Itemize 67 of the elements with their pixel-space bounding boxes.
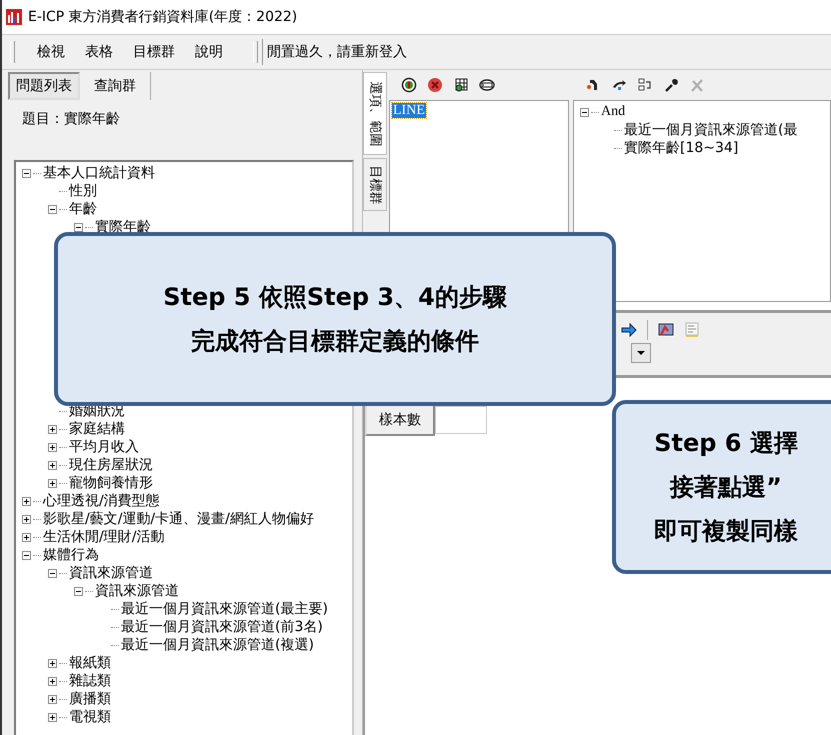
- status-message: 閒置過久，請重新登入: [262, 39, 627, 65]
- document-icon[interactable]: [684, 322, 700, 338]
- tree-item[interactable]: 資訊來源管道: [95, 582, 179, 600]
- tree-item[interactable]: 平均月收入: [69, 438, 139, 456]
- tree-item[interactable]: 實際年齡[18~34]: [624, 139, 738, 157]
- collapse-icon[interactable]: [74, 586, 83, 596]
- tree-item[interactable]: 最近一個月資訊來源管道(複選): [121, 636, 314, 654]
- tree-item[interactable]: 家庭結構: [69, 420, 125, 438]
- tree-item[interactable]: 年齡: [69, 200, 97, 218]
- tree-item[interactable]: 媒體行為: [43, 546, 99, 564]
- grid-icon[interactable]: [453, 77, 469, 93]
- tree-item[interactable]: 寵物飼養情形: [69, 474, 153, 492]
- collapse-icon[interactable]: [22, 168, 31, 178]
- curved-arrow-icon[interactable]: [611, 77, 627, 93]
- expand-icon[interactable]: [48, 676, 57, 686]
- tree-item[interactable]: 心理透視/消費型態: [43, 492, 160, 510]
- expand-icon[interactable]: [48, 712, 57, 722]
- collapse-icon[interactable]: [580, 108, 589, 116]
- bar-chart-icon: [6, 9, 22, 25]
- tree-item[interactable]: 報紙類: [69, 654, 111, 672]
- question-title: 題目：實際年齡: [21, 110, 121, 129]
- delete-icon[interactable]: [427, 77, 443, 93]
- tab[interactable]: 問題列表: [8, 72, 80, 100]
- collapse-icon[interactable]: [48, 204, 57, 214]
- vertical-tab[interactable]: 目標群: [363, 158, 387, 211]
- sample-size-button[interactable]: 樣本數: [365, 404, 435, 436]
- tree-item[interactable]: 生活休閒/理財/活動: [43, 528, 164, 546]
- tree-item[interactable]: 最近一個月資訊來源管道(前3名): [121, 618, 323, 636]
- expand-icon[interactable]: [48, 694, 57, 704]
- expand-icon[interactable]: [48, 442, 57, 452]
- tree-item[interactable]: 性別: [69, 182, 97, 200]
- collapse-icon[interactable]: [74, 222, 83, 232]
- tree-item[interactable]: 雜誌類: [69, 672, 111, 690]
- chart-icon[interactable]: [658, 322, 674, 338]
- expand-icon[interactable]: [48, 478, 57, 488]
- tree-item[interactable]: 電視類: [69, 708, 111, 726]
- expand-icon[interactable]: [22, 514, 31, 524]
- tree-item[interactable]: 基本人口統計資料: [43, 164, 155, 182]
- collapse-icon[interactable]: [22, 550, 31, 560]
- tree-item[interactable]: 廣播類: [69, 690, 111, 708]
- tree-item[interactable]: 現住房屋狀況: [69, 456, 153, 474]
- list-item[interactable]: LINE: [392, 103, 426, 118]
- tree-item[interactable]: 影歌星/藝文/運動/卡通、漫畫/網紅人物偏好: [43, 510, 314, 528]
- tree-item[interactable]: And: [601, 104, 626, 120]
- tree-item[interactable]: 最近一個月資訊來源管道(最主要): [121, 600, 328, 618]
- caret-icon: [631, 343, 651, 363]
- target-icon[interactable]: [401, 77, 417, 93]
- collapse-icon[interactable]: [48, 568, 57, 578]
- menu-item[interactable]: 說明: [185, 41, 233, 63]
- callout-text: Step 6 選擇 接著點選” 即可複製同樣: [653, 428, 799, 547]
- expand-icon[interactable]: [48, 460, 57, 470]
- menu-item[interactable]: 目標群: [123, 41, 185, 63]
- arrow-icon[interactable]: [621, 322, 637, 338]
- expand-icon[interactable]: [22, 532, 31, 542]
- shapes-icon[interactable]: [637, 77, 653, 93]
- menu-item[interactable]: 表格: [75, 41, 123, 63]
- tree-item[interactable]: 資訊來源管道: [69, 564, 153, 582]
- expand-icon[interactable]: [48, 424, 57, 434]
- close-icon: [689, 77, 705, 93]
- vertical-tab[interactable]: 選項、範圍: [363, 72, 387, 155]
- sample-size-field[interactable]: [435, 406, 487, 434]
- expand-icon[interactable]: [48, 658, 57, 668]
- menu-item[interactable]: 檢視: [27, 41, 75, 63]
- expand-icon[interactable]: [22, 496, 31, 506]
- callout-text: Step 5 依照Step 3、4的步驟 完成符合目標群定義的條件: [163, 282, 507, 357]
- tree-item[interactable]: 最近一個月資訊來源管道(最: [624, 121, 798, 139]
- window-title: E-ICP 東方消費者行銷資料庫(年度：2022): [28, 8, 298, 26]
